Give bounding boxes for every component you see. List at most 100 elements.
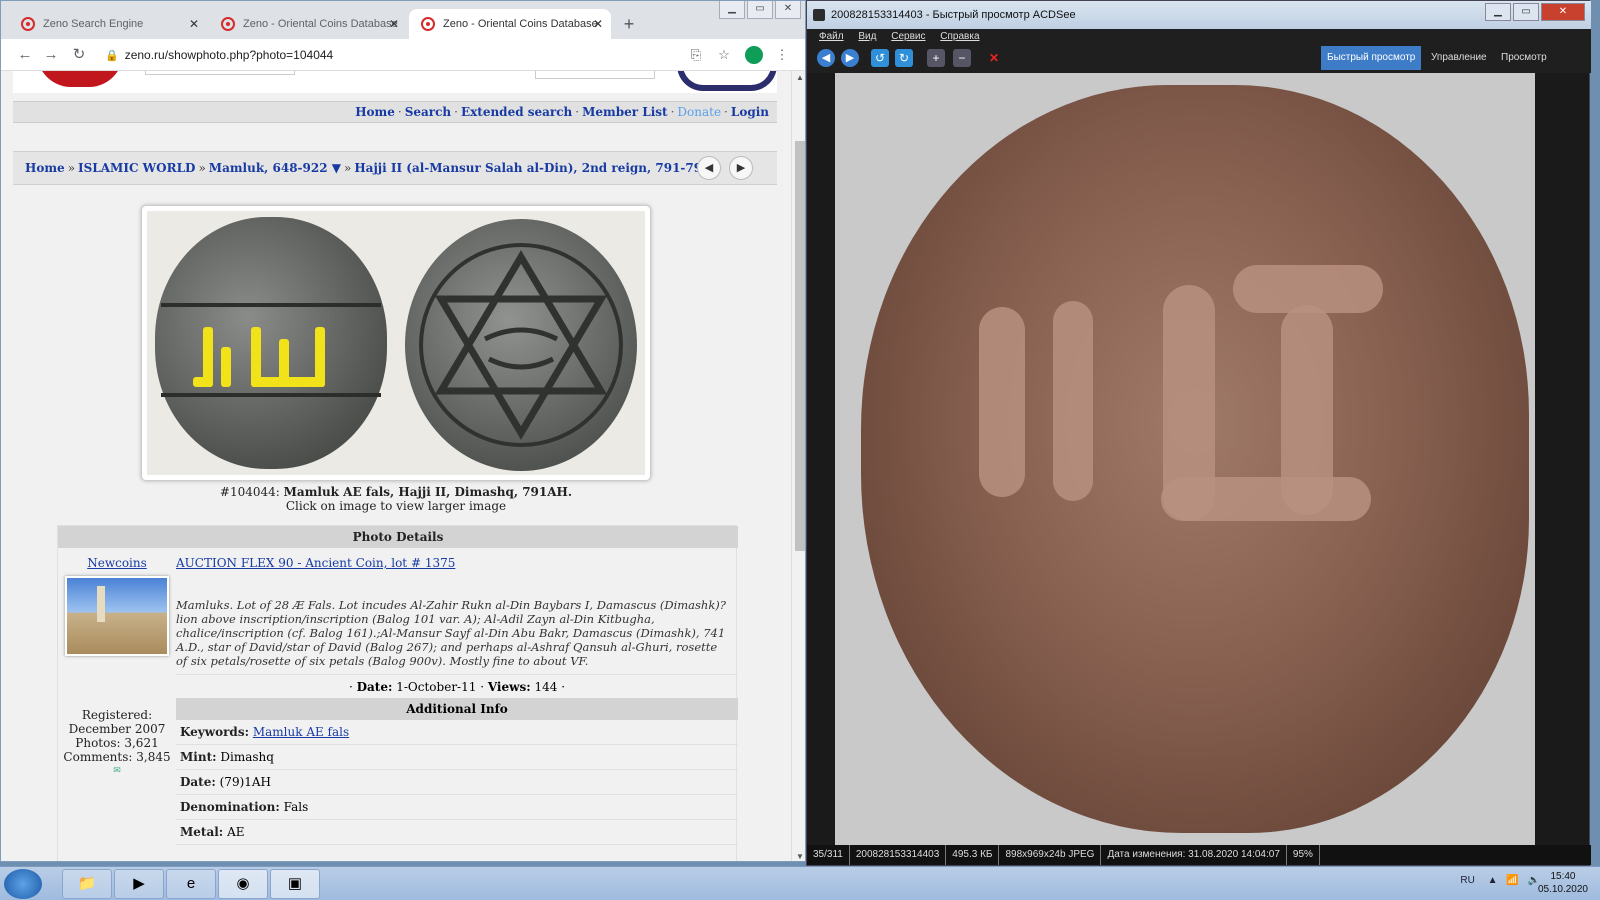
star-icon[interactable]: ☆ <box>715 46 733 64</box>
status-filesize: 495.3 КБ <box>946 845 1000 865</box>
start-button[interactable] <box>4 869 42 899</box>
tab-title: Zeno - Oriental Coins Database <box>443 18 598 30</box>
breadcrumb-home[interactable]: Home <box>25 161 65 175</box>
page-scrollbar[interactable]: ▲ ▼ <box>791 71 805 861</box>
new-tab-button[interactable]: + <box>617 13 641 37</box>
menu-file[interactable]: Файл <box>819 31 844 42</box>
close-icon[interactable]: ✕ <box>775 1 801 19</box>
date-label: Date: <box>180 775 216 789</box>
tray-arrow-icon[interactable]: ▲ <box>1488 875 1498 886</box>
address-bar[interactable]: 🔒 zeno.ru/showphoto.php?photo=104044 <box>105 45 333 66</box>
breadcrumb: Home» ISLAMIC WORLD» Mamluk, 648-922 ▼» Haj… <box>13 151 777 185</box>
profile-avatar[interactable] <box>745 46 763 64</box>
mode-manage-button[interactable]: Управление <box>1425 46 1493 70</box>
registered-label: Registered: <box>81 708 153 722</box>
coin-obverse <box>155 217 387 469</box>
previous-image-icon[interactable]: ◀ <box>817 49 835 67</box>
next-photo-button[interactable]: ▶ <box>729 156 753 180</box>
scroll-up-icon[interactable]: ▲ <box>792 73 805 82</box>
views-value: 144 <box>534 680 558 694</box>
denomination-label: Denomination: <box>180 800 280 814</box>
comments-count: Comments: 3,845 <box>63 750 171 764</box>
close-icon[interactable]: ✕ <box>1541 3 1585 21</box>
date-value: 1-October-11 <box>396 680 477 694</box>
date-value: (79)1AH <box>219 775 272 789</box>
menu-member-list[interactable]: Member List <box>582 105 667 119</box>
breadcrumb-hajji-ii[interactable]: Hajji II (al-Mansur Salah al-Din), 2nd r… <box>354 161 710 175</box>
browser-toolbar: ← → ↻ 🔒 zeno.ru/showphoto.php?photo=10404… <box>1 39 805 71</box>
delete-icon[interactable]: ✕ <box>985 49 1003 67</box>
maximize-icon[interactable]: ▭ <box>747 1 773 19</box>
zeno-favicon-icon <box>221 17 235 31</box>
breadcrumb-islamic-world[interactable]: ISLAMIC WORLD <box>78 161 195 175</box>
minimize-icon[interactable]: ▁ <box>719 1 745 19</box>
media-player-taskbar-icon[interactable]: ▶ <box>114 869 164 899</box>
photo-details-header: Photo Details <box>58 526 738 548</box>
views-label: Views: <box>487 680 531 694</box>
additional-info-header: Additional Info <box>176 698 738 720</box>
url-text: zeno.ru/showphoto.php?photo=104044 <box>124 48 334 62</box>
header-box <box>535 71 655 79</box>
rotate-right-icon[interactable]: ↻ <box>895 49 913 67</box>
status-dimensions: 898x969x24b JPEG <box>999 845 1102 865</box>
coin-photo[interactable] <box>141 205 651 481</box>
rotate-left-icon[interactable]: ↺ <box>871 49 889 67</box>
taskbar: 📁 ▶ e ◉ ▣ RU ▲ 📶 🔈 15:40 05.10.2020 <box>0 866 1600 900</box>
mode-view-button[interactable]: Просмотр <box>1495 46 1553 70</box>
zoom-in-icon[interactable]: + <box>927 49 945 67</box>
explorer-taskbar-icon[interactable]: 📁 <box>62 869 112 899</box>
close-tab-icon[interactable]: ✕ <box>189 9 199 39</box>
previous-photo-button[interactable]: ◀ <box>697 156 721 180</box>
menu-search[interactable]: Search <box>405 105 451 119</box>
breadcrumb-mamluk[interactable]: Mamluk, 648-922 ▼ <box>209 161 341 175</box>
scrollbar-thumb[interactable] <box>795 141 805 551</box>
keywords-row: Keywords: Mamluk AE fals <box>176 720 738 745</box>
lock-icon: 🔒 <box>105 50 119 62</box>
acdsee-taskbar-icon[interactable]: ▣ <box>270 869 320 899</box>
zeno-logo[interactable] <box>37 71 123 87</box>
keywords-link[interactable]: Mamluk AE fals <box>253 725 349 739</box>
menu-extended-search[interactable]: Extended search <box>461 105 572 119</box>
menu-help[interactable]: Справка <box>940 31 979 42</box>
photos-count: Photos: 3,621 <box>75 736 159 750</box>
maximize-icon[interactable]: ▭ <box>1513 3 1539 21</box>
menu-home[interactable]: Home <box>355 105 395 119</box>
zoom-out-icon[interactable]: − <box>953 49 971 67</box>
menu-donate[interactable]: Donate <box>677 105 721 119</box>
status-modified: Дата изменения: 31.08.2020 14:04:07 <box>1101 845 1287 865</box>
menu-view[interactable]: Вид <box>858 31 876 42</box>
system-clock[interactable]: 15:40 05.10.2020 <box>1538 870 1588 896</box>
keywords-label: Keywords: <box>180 725 250 739</box>
back-icon[interactable]: ← <box>15 45 35 65</box>
minimize-icon[interactable]: ▁ <box>1485 3 1511 21</box>
system-tray: RU ▲ 📶 🔈 <box>1460 875 1540 886</box>
close-tab-icon[interactable]: ✕ <box>593 9 603 39</box>
tab-zeno-search[interactable]: Zeno Search Engine ✕ <box>9 9 207 39</box>
reload-icon[interactable]: ↻ <box>69 45 89 65</box>
tab-title: Zeno Search Engine <box>43 18 144 30</box>
uploader-username[interactable]: Newcoins <box>58 556 176 570</box>
status-filename: 200828153314403 <box>850 845 947 865</box>
internet-explorer-taskbar-icon[interactable]: e <box>166 869 216 899</box>
mode-quick-view-button[interactable]: Быстрый просмотр <box>1321 46 1422 70</box>
forward-icon[interactable]: → <box>41 45 61 65</box>
scroll-down-icon[interactable]: ▼ <box>792 852 805 861</box>
coin-image[interactable] <box>147 211 645 475</box>
acdsee-toolbar: ◀ ▶ ↺ ↻ + − ✕ Быстрый просмотр Управлени… <box>807 45 1591 73</box>
close-tab-icon[interactable]: ✕ <box>389 9 399 39</box>
menu-icon[interactable]: ⋮ <box>773 46 791 64</box>
menu-login[interactable]: Login <box>731 105 769 119</box>
next-image-icon[interactable]: ▶ <box>841 49 859 67</box>
image-viewer[interactable] <box>835 73 1535 845</box>
tab-zeno-coins-active[interactable]: Zeno - Oriental Coins Database ✕ <box>409 9 611 39</box>
translate-icon[interactable]: ⎘ <box>687 46 705 64</box>
tab-zeno-coins-1[interactable]: Zeno - Oriental Coins Database ✕ <box>209 9 407 39</box>
menu-service[interactable]: Сервис <box>891 31 925 42</box>
uploader-avatar[interactable] <box>65 576 169 656</box>
language-indicator[interactable]: RU <box>1460 875 1474 886</box>
photo-details-panel: Photo Details Newcoins Registered: Decem… <box>57 525 738 861</box>
auction-link[interactable]: AUCTION FLEX 90 - Ancient Coin, lot # 13… <box>176 556 738 570</box>
chrome-taskbar-icon[interactable]: ◉ <box>218 869 268 899</box>
network-icon[interactable]: 📶 <box>1506 875 1518 886</box>
message-icon[interactable]: ✉ <box>58 764 176 778</box>
